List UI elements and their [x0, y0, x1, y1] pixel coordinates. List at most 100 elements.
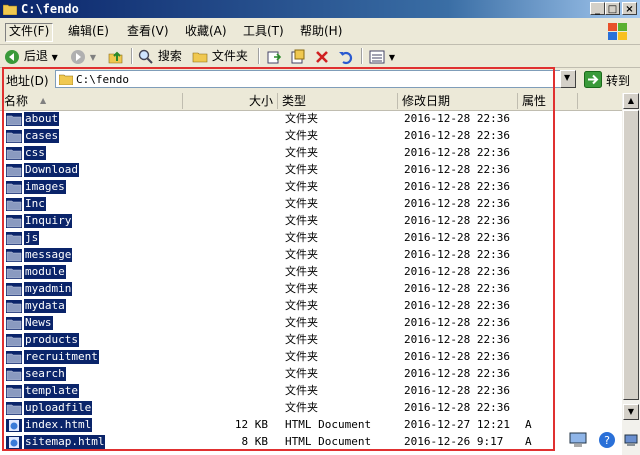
search-label: 搜索 — [157, 49, 182, 63]
file-modified: 2016-12-28 22:36 — [404, 180, 510, 193]
file-row[interactable]: mydata 文件夹 2016-12-28 22:36 — [0, 298, 622, 315]
chevron-up-icon: ▲ — [627, 96, 635, 105]
folder-icon — [6, 283, 22, 296]
column-header-attr[interactable]: 属性 — [518, 93, 578, 109]
file-name[interactable]: about — [24, 112, 60, 126]
file-row[interactable]: sitemap.html 8 KB HTML Document 2016-12-26 … — [0, 434, 622, 451]
file-type: 文件夹 — [285, 265, 318, 278]
maximize-button[interactable]: □ — [605, 2, 620, 15]
file-name[interactable]: myadmin — [24, 282, 73, 296]
file-row[interactable]: News 文件夹 2016-12-28 22:36 — [0, 315, 622, 332]
file-name[interactable]: sitemap.html — [24, 435, 106, 449]
file-name[interactable]: message — [24, 248, 73, 262]
menu-tools[interactable]: 工具(T) — [240, 23, 287, 40]
menu-view[interactable]: 查看(V) — [124, 23, 172, 40]
file-row[interactable]: message 文件夹 2016-12-28 22:36 — [0, 247, 622, 264]
forward-button[interactable]: ▼ — [70, 47, 96, 65]
column-header-name[interactable]: 名称 ▲ — [0, 93, 183, 109]
file-modified: 2016-12-28 22:36 — [404, 265, 510, 278]
column-header-size[interactable]: 大小 — [183, 93, 278, 109]
file-row[interactable]: index.html 12 KB HTML Document 2016-12-27 1… — [0, 417, 622, 434]
folders-button[interactable]: 文件夹 — [192, 47, 248, 65]
menu-edit[interactable]: 编辑(E) — [65, 23, 112, 40]
title-bar: C:\fendo _ □ × — [0, 0, 640, 18]
file-row[interactable]: uploadfile 文件夹 2016-12-28 22:36 — [0, 400, 622, 417]
address-input[interactable]: C:\fendo — [55, 70, 576, 88]
scroll-up-button[interactable]: ▲ — [623, 93, 639, 109]
back-arrow-icon — [5, 49, 19, 64]
file-attr: A — [525, 435, 532, 448]
file-name[interactable]: index.html — [24, 418, 93, 432]
file-name[interactable]: recruitment — [24, 350, 99, 364]
file-name[interactable]: Inc — [24, 197, 46, 211]
file-row[interactable]: products 文件夹 2016-12-28 22:36 — [0, 332, 622, 349]
file-name[interactable]: Download — [24, 163, 79, 177]
file-row[interactable]: myadmin 文件夹 2016-12-28 22:36 — [0, 281, 622, 298]
file-type: HTML Document — [285, 418, 372, 431]
copy-to-button[interactable] — [290, 47, 306, 65]
chevron-down-icon: ▼ — [627, 407, 635, 416]
file-row[interactable]: Download 文件夹 2016-12-28 22:36 — [0, 162, 622, 179]
file-type: 文件夹 — [285, 350, 318, 363]
copy-to-icon — [291, 49, 305, 63]
file-name[interactable]: template — [24, 384, 79, 398]
back-button[interactable]: 后退 ▼ — [4, 47, 58, 65]
close-button[interactable]: × — [622, 2, 637, 15]
file-name[interactable]: cases — [24, 129, 60, 143]
back-label: 后退 — [23, 49, 48, 63]
address-dropdown-button[interactable]: ▼ — [560, 70, 576, 88]
file-type: 文件夹 — [285, 231, 318, 244]
scroll-thumb[interactable] — [623, 110, 639, 400]
list-header: 名称 ▲ 大小 类型 修改日期 属性 — [0, 93, 622, 111]
search-button[interactable]: 搜索 — [138, 47, 182, 65]
file-row[interactable]: search 文件夹 2016-12-28 22:36 — [0, 366, 622, 383]
file-type: 文件夹 — [285, 401, 318, 414]
file-list[interactable]: 名称 ▲ 大小 类型 修改日期 属性 about 文件夹 2016-12-28 22… — [0, 93, 622, 455]
file-row[interactable]: cases 文件夹 2016-12-28 22:36 — [0, 128, 622, 145]
file-row[interactable]: Inquiry 文件夹 2016-12-28 22:36 — [0, 213, 622, 230]
file-name[interactable]: Inquiry — [24, 214, 73, 228]
move-to-button[interactable] — [266, 47, 282, 65]
address-value: C:\fendo — [76, 73, 129, 86]
file-name[interactable]: News — [24, 316, 53, 330]
help-icon: ? — [599, 432, 615, 448]
file-name[interactable]: module — [24, 265, 66, 279]
minimize-button[interactable]: _ — [590, 2, 605, 15]
file-name[interactable]: css — [24, 146, 46, 160]
file-row[interactable]: Inc 文件夹 2016-12-28 22:36 — [0, 196, 622, 213]
file-row[interactable]: module 文件夹 2016-12-28 22:36 — [0, 264, 622, 281]
file-name[interactable]: products — [24, 333, 79, 347]
menu-favorites[interactable]: 收藏(A) — [182, 23, 230, 40]
file-row[interactable]: recruitment 文件夹 2016-12-28 22:36 — [0, 349, 622, 366]
delete-button[interactable] — [314, 47, 330, 65]
file-name[interactable]: search — [24, 367, 66, 381]
file-name[interactable]: images — [24, 180, 66, 194]
folder-icon — [6, 164, 22, 177]
file-row[interactable]: js 文件夹 2016-12-28 22:36 — [0, 230, 622, 247]
file-name[interactable]: uploadfile — [24, 401, 93, 415]
menu-help[interactable]: 帮助(H) — [297, 23, 345, 40]
file-row[interactable]: template 文件夹 2016-12-28 22:36 — [0, 383, 622, 400]
menu-file[interactable]: 文件(F) — [5, 23, 54, 42]
vertical-scrollbar[interactable]: ▲ ▼ — [622, 93, 640, 455]
folder-icon — [6, 300, 22, 313]
toolbar-separator — [361, 48, 363, 64]
column-header-type[interactable]: 类型 — [278, 93, 398, 109]
column-header-modified[interactable]: 修改日期 — [398, 93, 518, 109]
computer-icon — [569, 432, 587, 447]
file-row[interactable]: css 文件夹 2016-12-28 22:36 — [0, 145, 622, 162]
undo-button[interactable] — [338, 47, 354, 65]
toolbar-separator — [131, 48, 133, 64]
file-name[interactable]: js — [24, 231, 40, 245]
file-type: 文件夹 — [285, 333, 318, 346]
go-button[interactable]: 转到 — [584, 70, 636, 89]
views-button[interactable]: ▼ — [369, 47, 395, 65]
file-size: 12 KB — [234, 418, 268, 431]
toolbar-separator — [258, 48, 260, 64]
scroll-down-button[interactable]: ▼ — [623, 404, 639, 420]
up-folder-button[interactable] — [108, 47, 124, 65]
file-name[interactable]: mydata — [24, 299, 66, 313]
file-row[interactable]: images 文件夹 2016-12-28 22:36 — [0, 179, 622, 196]
file-modified: 2016-12-28 22:36 — [404, 333, 510, 346]
file-row[interactable]: about 文件夹 2016-12-28 22:36 — [0, 111, 622, 128]
